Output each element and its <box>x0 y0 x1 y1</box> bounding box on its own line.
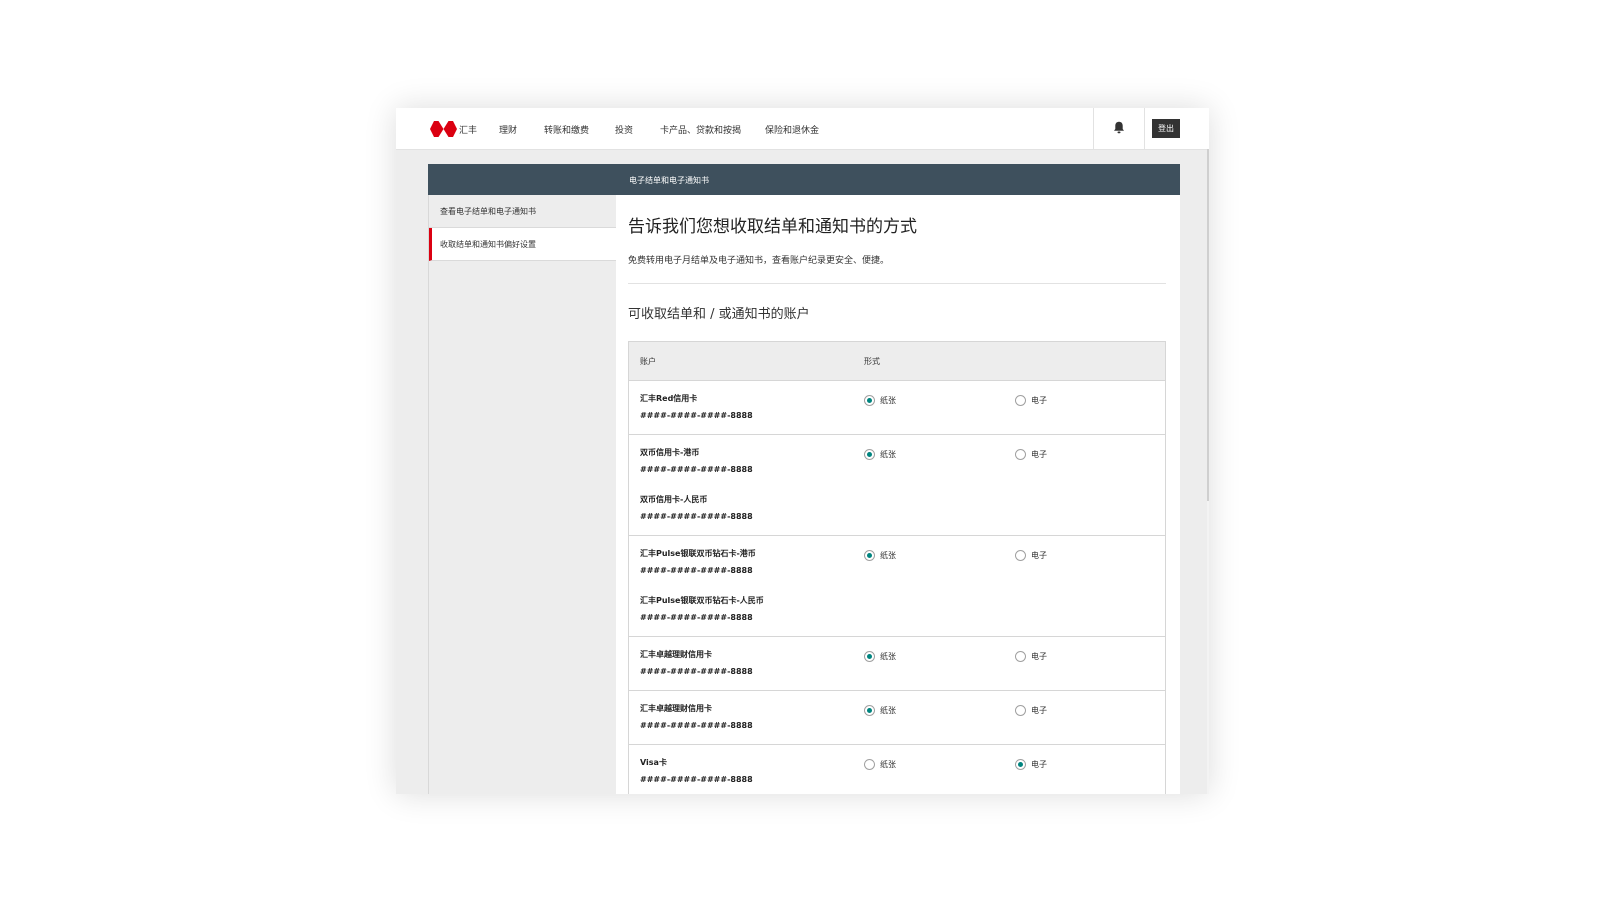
scrollbar-thumb[interactable] <box>1207 149 1209 501</box>
nav-item-transfers[interactable]: 转账和缴费 <box>544 123 589 136</box>
account-number: ####-####-####-8888 <box>640 667 753 676</box>
electronic-label: 电子 <box>1031 450 1047 459</box>
sidebar-item-view-estatements[interactable]: 查看电子结单和电子通知书 <box>429 195 617 228</box>
page-banner: 电子结单和电子通知书 <box>428 164 1180 195</box>
divider <box>628 283 1166 284</box>
hexagon-logo-icon <box>430 121 457 137</box>
electronic-option[interactable]: 电子 <box>1015 550 1047 561</box>
paper-label: 纸张 <box>880 706 896 715</box>
electronic-label: 电子 <box>1031 652 1047 661</box>
brand-name: 汇丰 <box>459 125 478 136</box>
table-row: 双币信用卡-港币 ####-####-####-8888 双币信用卡-人民币 #… <box>629 435 1165 536</box>
nav-item-wealth[interactable]: 理财 <box>499 123 517 136</box>
paper-option[interactable]: 纸张 <box>864 449 896 460</box>
account-name: 汇丰卓越理财信用卡 <box>640 650 712 659</box>
paper-option[interactable]: 纸张 <box>864 651 896 662</box>
account-name: 双币信用卡-港币 <box>640 448 700 457</box>
notifications-button[interactable] <box>1093 108 1145 149</box>
bell-icon <box>1114 121 1124 134</box>
paper-label: 纸张 <box>880 450 896 459</box>
account-cell: 双币信用卡-港币 ####-####-####-8888 <box>640 447 753 475</box>
electronic-radio[interactable] <box>1015 651 1026 662</box>
paper-option[interactable]: 纸张 <box>864 759 896 770</box>
account-cell: 双币信用卡-人民币 ####-####-####-8888 <box>640 494 753 522</box>
account-cell: 汇丰卓越理财信用卡 ####-####-####-8888 <box>640 649 753 677</box>
table-row: 汇丰Pulse银联双币钻石卡-港币 ####-####-####-8888 汇丰… <box>629 536 1165 637</box>
electronic-radio[interactable] <box>1015 449 1026 460</box>
electronic-option[interactable]: 电子 <box>1015 651 1047 662</box>
nav-item-insurance[interactable]: 保险和退休金 <box>765 123 819 136</box>
page-title: 告诉我们您想收取结单和通知书的方式 <box>628 217 917 237</box>
account-number: ####-####-####-8888 <box>640 411 753 420</box>
logout-button[interactable]: 登出 <box>1152 119 1180 138</box>
section-title: 可收取结单和 / 或通知书的账户 <box>628 307 810 322</box>
paper-radio[interactable] <box>864 651 875 662</box>
account-name: Visa卡 <box>640 758 667 767</box>
paper-radio[interactable] <box>864 550 875 561</box>
account-number: ####-####-####-8888 <box>640 613 753 622</box>
electronic-radio[interactable] <box>1015 550 1026 561</box>
account-cell: 汇丰卓越理财信用卡 ####-####-####-8888 <box>640 703 753 731</box>
account-number: ####-####-####-8888 <box>640 512 753 521</box>
nav-item-cards-loans[interactable]: 卡产品、贷款和按揭 <box>660 123 741 136</box>
electronic-label: 电子 <box>1031 706 1047 715</box>
paper-label: 纸张 <box>880 551 896 560</box>
paper-label: 纸张 <box>880 760 896 769</box>
account-number: ####-####-####-8888 <box>640 721 753 730</box>
browser-window: 汇丰 理财 转账和缴费 投资 卡产品、贷款和按揭 保险和退休金 登出 电子结单和… <box>396 108 1209 794</box>
intro-text: 免费转用电子月结单及电子通知书，查看账户纪录更安全、便捷。 <box>628 256 890 266</box>
paper-label: 纸张 <box>880 652 896 661</box>
electronic-option[interactable]: 电子 <box>1015 395 1047 406</box>
main-content: 告诉我们您想收取结单和通知书的方式 免费转用电子月结单及电子通知书，查看账户纪录… <box>616 195 1180 794</box>
nav-item-investments[interactable]: 投资 <box>615 123 633 136</box>
table-header: 账户 形式 <box>629 342 1165 381</box>
paper-radio[interactable] <box>864 705 875 716</box>
table-row: Visa卡 ####-####-####-8888 纸张 电子 <box>629 745 1165 794</box>
account-name: 汇丰Pulse银联双币钻石卡-港币 <box>640 549 756 558</box>
hsbc-logo[interactable]: 汇丰 <box>430 121 477 137</box>
electronic-label: 电子 <box>1031 396 1047 405</box>
account-name: 汇丰Red信用卡 <box>640 394 698 403</box>
account-number: ####-####-####-8888 <box>640 775 753 784</box>
account-name: 汇丰卓越理财信用卡 <box>640 704 712 713</box>
account-number: ####-####-####-8888 <box>640 566 753 575</box>
account-name: 双币信用卡-人民币 <box>640 495 708 504</box>
electronic-label: 电子 <box>1031 551 1047 560</box>
account-name: 汇丰Pulse银联双币钻石卡-人民币 <box>640 596 764 605</box>
column-header-format: 形式 <box>864 357 880 366</box>
electronic-option[interactable]: 电子 <box>1015 705 1047 716</box>
sidebar-item-preferences[interactable]: 收取结单和通知书偏好设置 <box>429 228 617 261</box>
electronic-option[interactable]: 电子 <box>1015 449 1047 460</box>
account-cell: Visa卡 ####-####-####-8888 <box>640 757 753 785</box>
paper-option[interactable]: 纸张 <box>864 395 896 406</box>
electronic-radio[interactable] <box>1015 705 1026 716</box>
top-navigation: 汇丰 理财 转账和缴费 投资 卡产品、贷款和按揭 保险和退休金 登出 <box>396 108 1209 150</box>
electronic-label: 电子 <box>1031 760 1047 769</box>
accounts-table: 账户 形式 汇丰Red信用卡 ####-####-####-8888 纸张 电子 <box>628 341 1166 794</box>
paper-radio[interactable] <box>864 395 875 406</box>
paper-option[interactable]: 纸张 <box>864 550 896 561</box>
banner-title: 电子结单和电子通知书 <box>629 176 709 185</box>
paper-option[interactable]: 纸张 <box>864 705 896 716</box>
table-row: 汇丰卓越理财信用卡 ####-####-####-8888 纸张 电子 <box>629 637 1165 691</box>
electronic-radio[interactable] <box>1015 395 1026 406</box>
column-header-account: 账户 <box>640 357 656 366</box>
table-row: 汇丰卓越理财信用卡 ####-####-####-8888 纸张 电子 <box>629 691 1165 745</box>
paper-label: 纸张 <box>880 396 896 405</box>
electronic-option[interactable]: 电子 <box>1015 759 1047 770</box>
account-cell: 汇丰Pulse银联双币钻石卡-人民币 ####-####-####-8888 <box>640 595 764 623</box>
account-cell: 汇丰Pulse银联双币钻石卡-港币 ####-####-####-8888 <box>640 548 756 576</box>
paper-radio[interactable] <box>864 449 875 460</box>
paper-radio[interactable] <box>864 759 875 770</box>
account-number: ####-####-####-8888 <box>640 465 753 474</box>
account-cell: 汇丰Red信用卡 ####-####-####-8888 <box>640 393 753 421</box>
table-row: 汇丰Red信用卡 ####-####-####-8888 纸张 电子 <box>629 381 1165 435</box>
electronic-radio[interactable] <box>1015 759 1026 770</box>
sidebar: 查看电子结单和电子通知书 收取结单和通知书偏好设置 <box>428 195 617 794</box>
